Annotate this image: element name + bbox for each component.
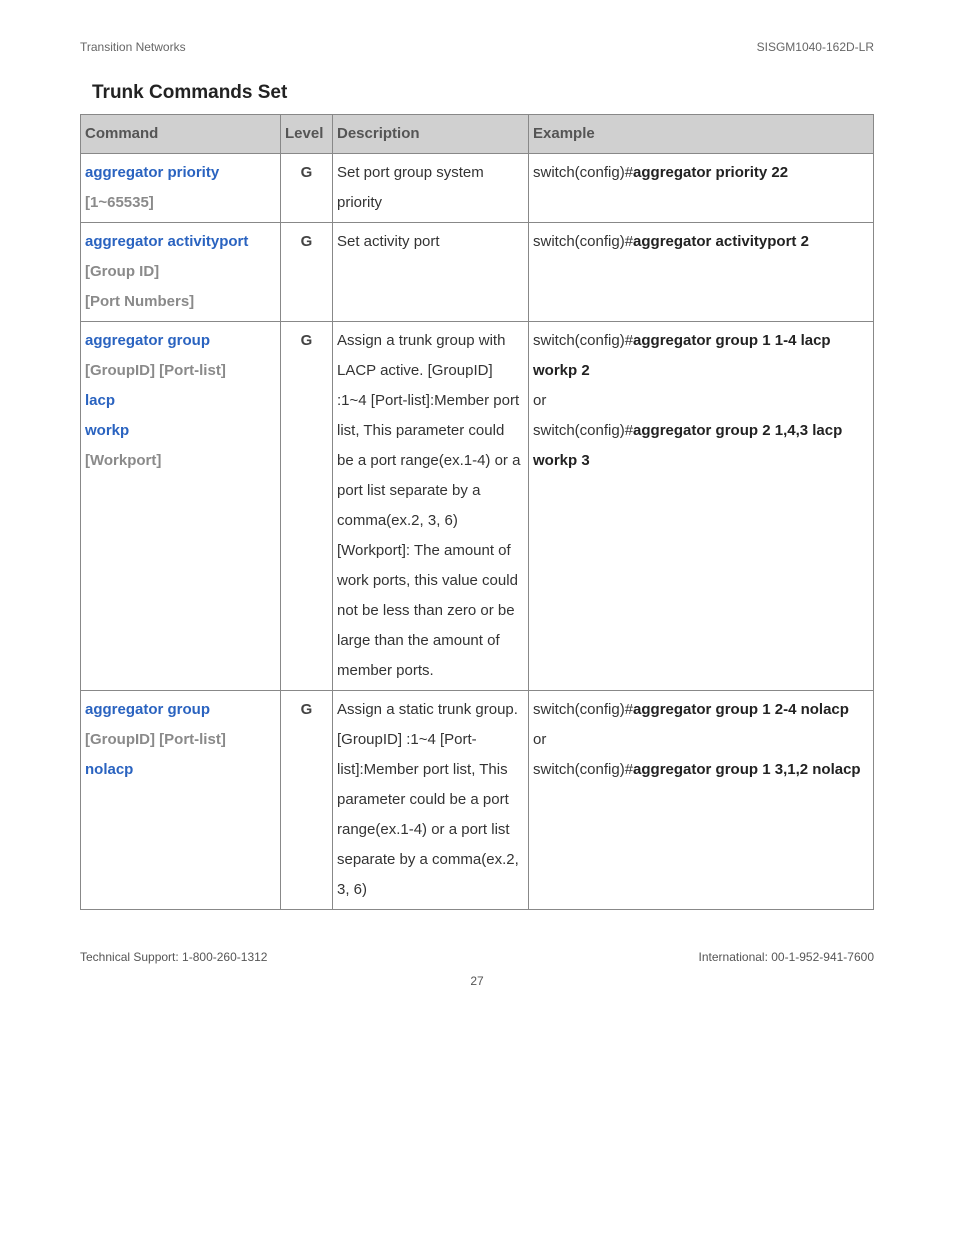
commands-table: Command Level Description Example aggreg… bbox=[80, 114, 874, 910]
table-row: aggregator group[GroupID] [Port-list]lac… bbox=[81, 322, 874, 691]
table-row: aggregator group[GroupID] [Port-list]nol… bbox=[81, 691, 874, 910]
example-line: switch(config)#aggregator group 1 2-4 no… bbox=[533, 695, 869, 725]
example-line: switch(config)#aggregator priority 22 bbox=[533, 158, 869, 188]
page-footer: Technical Support: 1-800-260-1312 Intern… bbox=[80, 950, 874, 964]
page-header: Transition Networks SISGM1040-162D-LR bbox=[80, 40, 874, 54]
example-line: switch(config)#aggregator group 2 1,4,3 … bbox=[533, 416, 869, 476]
level-cell: G bbox=[281, 154, 333, 223]
col-level: Level bbox=[281, 115, 333, 154]
example-line: switch(config)#aggregator group 1 3,1,2 … bbox=[533, 755, 869, 785]
command-part: [GroupID] [Port-list] bbox=[85, 725, 276, 755]
example-bold: aggregator activityport 2 bbox=[633, 233, 809, 250]
command-cell: aggregator priority[1~65535] bbox=[81, 154, 281, 223]
col-command: Command bbox=[81, 115, 281, 154]
example-prefix: switch(config)# bbox=[533, 701, 633, 718]
example-bold: aggregator priority 22 bbox=[633, 164, 788, 181]
level-cell: G bbox=[281, 322, 333, 691]
example-prefix: switch(config)# bbox=[533, 761, 633, 778]
description-cell: Assign a static trunk group. [GroupID] :… bbox=[333, 691, 529, 910]
example-prefix: or bbox=[533, 392, 546, 409]
example-cell: switch(config)#aggregator priority 22 bbox=[529, 154, 874, 223]
description-cell: Set activity port bbox=[333, 223, 529, 322]
command-part: [GroupID] [Port-list] bbox=[85, 356, 276, 386]
command-part: workp bbox=[85, 416, 276, 446]
example-line: or bbox=[533, 386, 869, 416]
command-cell: aggregator group[GroupID] [Port-list]nol… bbox=[81, 691, 281, 910]
section-title: Trunk Commands Set bbox=[92, 82, 874, 104]
command-part: aggregator priority bbox=[85, 158, 276, 188]
description-cell: Set port group system priority bbox=[333, 154, 529, 223]
command-part: lacp bbox=[85, 386, 276, 416]
command-part: [1~65535] bbox=[85, 188, 276, 218]
level-cell: G bbox=[281, 691, 333, 910]
example-bold: aggregator group 1 3,1,2 nolacp bbox=[633, 761, 861, 778]
command-part: [Group ID] bbox=[85, 257, 276, 287]
command-cell: aggregator activityport[Group ID][Port N… bbox=[81, 223, 281, 322]
command-part: aggregator group bbox=[85, 695, 276, 725]
command-part: nolacp bbox=[85, 755, 276, 785]
page-number: 27 bbox=[80, 974, 874, 988]
example-bold: aggregator group 1 2-4 nolacp bbox=[633, 701, 849, 718]
footer-left: Technical Support: 1-800-260-1312 bbox=[80, 950, 267, 964]
example-line: or bbox=[533, 725, 869, 755]
command-cell: aggregator group[GroupID] [Port-list]lac… bbox=[81, 322, 281, 691]
table-header-row: Command Level Description Example bbox=[81, 115, 874, 154]
table-row: aggregator activityport[Group ID][Port N… bbox=[81, 223, 874, 322]
example-prefix: switch(config)# bbox=[533, 233, 633, 250]
example-line: switch(config)#aggregator group 1 1-4 la… bbox=[533, 326, 869, 386]
table-row: aggregator priority[1~65535]GSet port gr… bbox=[81, 154, 874, 223]
example-prefix: switch(config)# bbox=[533, 332, 633, 349]
example-cell: switch(config)#aggregator group 1 1-4 la… bbox=[529, 322, 874, 691]
command-part: aggregator activityport bbox=[85, 227, 276, 257]
header-right: SISGM1040-162D-LR bbox=[757, 40, 874, 54]
example-prefix: switch(config)# bbox=[533, 422, 633, 439]
col-desc: Description bbox=[333, 115, 529, 154]
example-cell: switch(config)#aggregator activityport 2 bbox=[529, 223, 874, 322]
example-prefix: or bbox=[533, 731, 546, 748]
command-part: aggregator group bbox=[85, 326, 276, 356]
description-cell: Assign a trunk group with LACP active. [… bbox=[333, 322, 529, 691]
example-cell: switch(config)#aggregator group 1 2-4 no… bbox=[529, 691, 874, 910]
col-example: Example bbox=[529, 115, 874, 154]
example-line: switch(config)#aggregator activityport 2 bbox=[533, 227, 869, 257]
command-part: [Port Numbers] bbox=[85, 287, 276, 317]
level-cell: G bbox=[281, 223, 333, 322]
command-part: [Workport] bbox=[85, 446, 276, 476]
footer-right: International: 00-1-952-941-7600 bbox=[699, 950, 874, 964]
header-left: Transition Networks bbox=[80, 40, 186, 54]
example-prefix: switch(config)# bbox=[533, 164, 633, 181]
